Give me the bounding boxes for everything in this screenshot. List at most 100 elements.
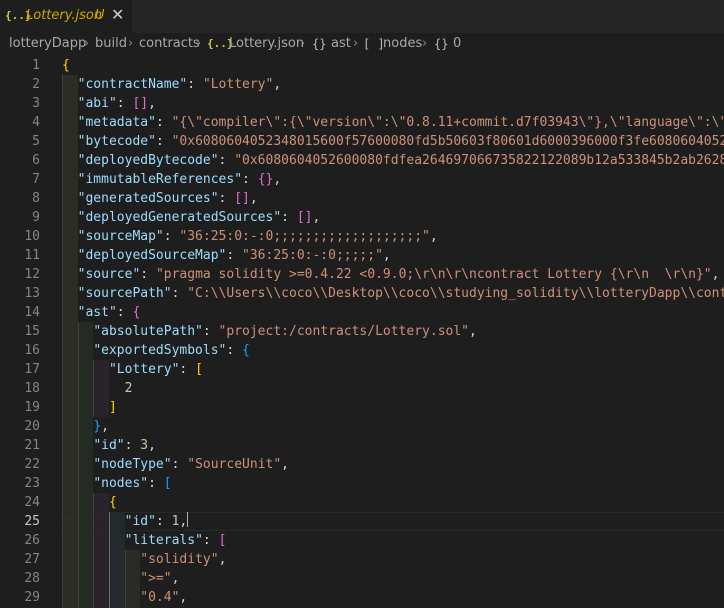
code-line[interactable]: ">=", bbox=[62, 569, 179, 588]
code-line[interactable]: "sourcePath": "C:\\Users\\coco\\Desktop\… bbox=[62, 284, 724, 303]
code-token: "Lottery" bbox=[108, 362, 180, 377]
code-line[interactable]: { bbox=[62, 493, 117, 512]
code-line[interactable]: "nodeType": "SourceUnit", bbox=[62, 455, 289, 474]
code-token: "literals" bbox=[124, 533, 203, 548]
code-line[interactable]: 2 bbox=[62, 379, 133, 398]
code-token: : bbox=[281, 210, 297, 225]
line-number: 11 bbox=[24, 248, 40, 263]
code-token: : bbox=[202, 533, 219, 548]
code-line[interactable]: "deployedGeneratedSources": [], bbox=[62, 208, 321, 227]
code-token: "absolutePath" bbox=[93, 324, 203, 339]
code-line[interactable]: "deployedBytecode": "0x6080604052600080f… bbox=[62, 151, 724, 170]
code-token: "solidity" bbox=[140, 552, 219, 567]
code-token: , bbox=[101, 419, 109, 434]
line-number: 1 bbox=[32, 58, 40, 73]
code-token: "id" bbox=[124, 514, 156, 529]
code-line[interactable]: "abi": [], bbox=[62, 94, 156, 113]
line-number: 2 bbox=[32, 77, 40, 92]
code-line[interactable]: "generatedSources": [], bbox=[62, 189, 258, 208]
breadcrumb: lotteryDapp › build › contracts › {..} L… bbox=[0, 33, 724, 56]
object-icon: {} bbox=[312, 37, 327, 51]
array-icon: [ ] bbox=[363, 37, 385, 51]
code-line[interactable]: "solidity", bbox=[62, 550, 226, 569]
code-token: } bbox=[93, 419, 102, 434]
line-number: 5 bbox=[32, 134, 40, 149]
code-token: : bbox=[116, 96, 133, 111]
code-token: "immutableReferences" bbox=[77, 172, 243, 187]
code-token: : bbox=[226, 248, 243, 263]
code-line[interactable]: "nodes": [ bbox=[62, 474, 171, 493]
code-token: , bbox=[148, 96, 156, 111]
code-line[interactable]: "ast": { bbox=[62, 303, 141, 322]
code-token: "deployedBytecode" bbox=[77, 153, 219, 168]
code-line[interactable]: "0.4", bbox=[62, 588, 187, 607]
breadcrumb-item-build[interactable]: build bbox=[95, 36, 127, 51]
code-line[interactable]: "literals": [ bbox=[62, 531, 227, 550]
code-token: , bbox=[171, 571, 180, 586]
code-line[interactable]: "Lottery": [ bbox=[62, 360, 203, 379]
code-token: , bbox=[148, 438, 156, 453]
code-line[interactable]: "absolutePath": "project:/contracts/Lott… bbox=[62, 322, 477, 341]
code-token: [] bbox=[296, 210, 313, 225]
code-token: "generatedSources" bbox=[77, 191, 219, 206]
chevron-right-icon: › bbox=[196, 36, 202, 51]
code-token: : bbox=[124, 438, 141, 453]
breadcrumb-item-lottery-json[interactable]: Lottery.json bbox=[229, 36, 304, 51]
tab-lottery-json[interactable]: {..} Lottery.json U ✕ bbox=[0, 0, 132, 33]
code-token: "nodeType" bbox=[93, 457, 172, 472]
code-token: "Lottery" bbox=[202, 77, 274, 92]
code-line[interactable]: "sourceMap": "36:25:0:-:0;;;;;;;;;;;;;;;… bbox=[62, 227, 438, 246]
breadcrumb-item-0[interactable]: 0 bbox=[453, 36, 461, 51]
code-token: , bbox=[273, 172, 282, 187]
code-token: "abi" bbox=[77, 96, 117, 111]
line-number: 10 bbox=[24, 229, 40, 244]
code-line[interactable]: }, bbox=[62, 417, 109, 436]
code-token: { bbox=[62, 58, 70, 73]
code-line[interactable]: "metadata": "{\"compiler\":{\"version\":… bbox=[62, 113, 724, 132]
breadcrumb-item-nodes[interactable]: nodes bbox=[383, 36, 422, 51]
code-editor[interactable]: 1{2 "contractName": "Lottery", 3 "abi": [… bbox=[0, 56, 724, 608]
code-line[interactable]: { bbox=[62, 56, 70, 75]
close-tab-icon[interactable]: ✕ bbox=[111, 5, 124, 24]
line-number: 28 bbox=[24, 571, 40, 586]
code-line[interactable]: "contractName": "Lottery", bbox=[62, 75, 282, 94]
line-number: 26 bbox=[24, 533, 40, 548]
code-line[interactable]: "source": "pragma solidity >=0.4.22 <0.9… bbox=[62, 265, 720, 284]
code-token: : bbox=[202, 324, 219, 339]
text-cursor bbox=[187, 512, 189, 527]
breadcrumb-item-lotterydapp[interactable]: lotteryDapp bbox=[9, 36, 86, 51]
code-line[interactable]: "id": 3, bbox=[62, 436, 156, 455]
code-line[interactable]: "bytecode": "0x6080604052348015600f57600… bbox=[62, 132, 724, 151]
code-line[interactable]: "id": 1, bbox=[62, 512, 189, 531]
code-token: , bbox=[273, 77, 282, 92]
code-token: : bbox=[226, 343, 243, 358]
code-line[interactable]: "immutableReferences": {}, bbox=[62, 170, 282, 189]
line-number: 18 bbox=[24, 381, 40, 396]
code-token: "36:25:0:-:0;;;;;" bbox=[242, 248, 383, 263]
line-number: 4 bbox=[32, 115, 40, 130]
code-line[interactable]: "deployedSourceMap": "36:25:0:-:0;;;;;", bbox=[62, 246, 391, 265]
code-token: : bbox=[218, 153, 235, 168]
breadcrumb-item-contracts[interactable]: contracts bbox=[139, 36, 200, 51]
breadcrumb-item-ast[interactable]: ast bbox=[331, 36, 351, 51]
code-token: {} bbox=[257, 172, 274, 187]
code-token: "source" bbox=[77, 267, 141, 282]
code-line[interactable]: ] bbox=[62, 398, 117, 417]
code-token: , bbox=[711, 267, 720, 282]
code-line[interactable]: "exportedSymbols": { bbox=[62, 341, 250, 360]
chevron-right-icon: › bbox=[128, 36, 134, 51]
chevron-right-icon: › bbox=[300, 36, 306, 51]
line-number: 15 bbox=[24, 324, 40, 339]
code-token: : bbox=[140, 267, 156, 282]
